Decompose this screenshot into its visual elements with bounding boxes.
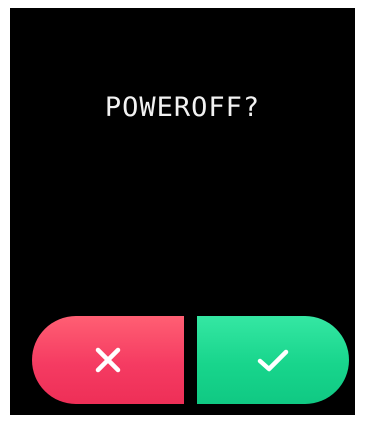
close-icon [91,343,125,377]
device-frame: POWEROFF? [0,0,365,425]
check-icon [254,345,292,375]
poweroff-prompt: POWEROFF? [104,92,261,123]
confirm-button[interactable] [197,316,349,404]
poweroff-dialog: POWEROFF? [10,8,355,415]
cancel-button[interactable] [32,316,184,404]
